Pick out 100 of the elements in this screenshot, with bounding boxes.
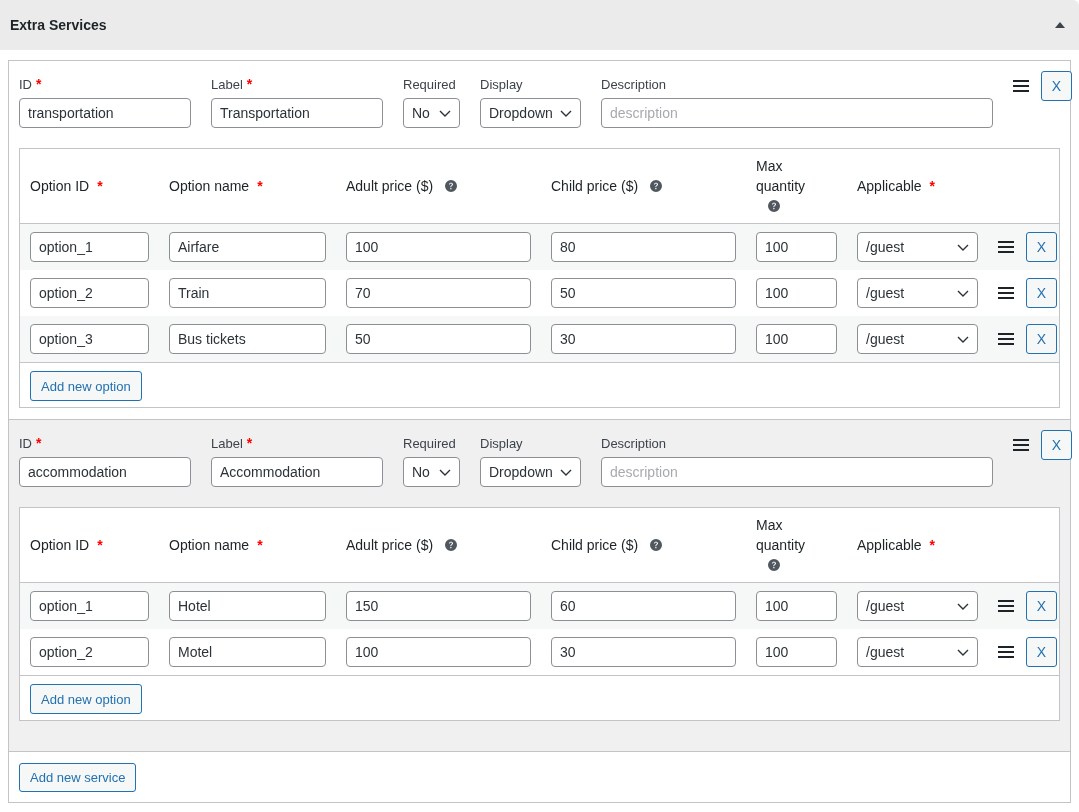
field-label: Description xyxy=(601,77,667,92)
chevron-down-icon xyxy=(957,289,969,297)
required-asterisk: * xyxy=(246,76,253,92)
dropdown[interactable]: /guest xyxy=(857,324,978,354)
chevron-down-icon xyxy=(560,109,572,117)
field-label: Description xyxy=(601,436,667,451)
remove-button[interactable]: X xyxy=(1041,71,1072,101)
text-input[interactable]: 100 xyxy=(756,637,837,667)
column-header: Option name xyxy=(169,537,250,553)
text-input[interactable]: Accommodation xyxy=(211,457,383,487)
field-label: Required xyxy=(403,436,456,451)
dropdown[interactable]: /guest xyxy=(857,637,978,667)
text-input[interactable]: Train xyxy=(169,278,326,308)
text-input[interactable]: transportation xyxy=(19,98,191,128)
text-input[interactable]: 30 xyxy=(551,324,736,354)
menu-icon[interactable] xyxy=(998,600,1014,612)
text-input[interactable]: 50 xyxy=(551,278,736,308)
text-input[interactable]: 100 xyxy=(756,591,837,621)
panel-title: Extra Services xyxy=(10,16,107,35)
dropdown[interactable]: /guest xyxy=(857,232,978,262)
text-input[interactable]: description xyxy=(601,457,993,487)
required-asterisk: * xyxy=(929,537,936,553)
text-input[interactable]: 30 xyxy=(551,637,736,667)
text-input[interactable]: 100 xyxy=(756,324,837,354)
text-input[interactable]: Hotel xyxy=(169,591,326,621)
text-input[interactable]: 100 xyxy=(756,278,837,308)
text-input[interactable]: 100 xyxy=(346,637,531,667)
column-header: Adult price ($) xyxy=(346,178,434,194)
text-input[interactable]: 100 xyxy=(346,232,531,262)
text-input[interactable]: option_2 xyxy=(30,278,149,308)
remove-button[interactable]: X xyxy=(1026,637,1057,667)
required-asterisk: * xyxy=(97,178,103,194)
text-input[interactable]: option_1 xyxy=(30,591,149,621)
column-header: Option ID xyxy=(30,537,90,553)
field-label: Required xyxy=(403,77,456,92)
chevron-down-icon xyxy=(560,468,572,476)
chevron-down-icon xyxy=(439,109,451,117)
chevron-down-icon xyxy=(957,335,969,343)
chevron-down-icon xyxy=(439,468,451,476)
text-input[interactable]: 80 xyxy=(551,232,736,262)
text-input[interactable]: 150 xyxy=(346,591,531,621)
text-input[interactable]: 50 xyxy=(346,324,531,354)
text-input[interactable]: Airfare xyxy=(169,232,326,262)
column-header: Option ID xyxy=(30,178,90,194)
remove-button[interactable]: X xyxy=(1026,591,1057,621)
text-input[interactable]: Motel xyxy=(169,637,326,667)
add-service-button[interactable]: Add new service xyxy=(19,763,137,792)
required-asterisk: * xyxy=(929,178,936,194)
field-label: Label xyxy=(211,77,243,92)
column-header: Option name xyxy=(169,178,250,194)
field-label: ID xyxy=(19,77,32,92)
field-label: ID xyxy=(19,436,32,451)
dropdown[interactable]: No xyxy=(403,457,460,487)
required-asterisk: * xyxy=(246,435,253,451)
remove-button[interactable]: X xyxy=(1026,278,1057,308)
caret-up-icon[interactable] xyxy=(1055,22,1065,28)
dropdown[interactable]: Dropdown xyxy=(480,98,581,128)
text-input[interactable]: option_3 xyxy=(30,324,149,354)
text-input[interactable]: 70 xyxy=(346,278,531,308)
remove-button[interactable]: X xyxy=(1041,430,1072,460)
menu-icon[interactable] xyxy=(998,646,1014,658)
dropdown[interactable]: No xyxy=(403,98,460,128)
chevron-down-icon xyxy=(957,243,969,251)
dropdown[interactable]: Dropdown xyxy=(480,457,581,487)
field-label: Label xyxy=(211,436,243,451)
field-label: Display xyxy=(480,77,523,92)
text-input[interactable]: Transportation xyxy=(211,98,383,128)
text-input[interactable]: Bus tickets xyxy=(169,324,326,354)
menu-icon[interactable] xyxy=(1013,439,1029,451)
add-option-button[interactable]: Add new option xyxy=(30,684,142,714)
column-header: Adult price ($) xyxy=(346,537,434,553)
chevron-down-icon xyxy=(957,602,969,610)
chevron-down-icon xyxy=(957,648,969,656)
text-input[interactable]: description xyxy=(601,98,993,128)
required-asterisk: * xyxy=(36,435,42,451)
add-option-button[interactable]: Add new option xyxy=(30,371,142,401)
menu-icon[interactable] xyxy=(998,287,1014,299)
required-asterisk: * xyxy=(36,76,42,92)
menu-icon[interactable] xyxy=(998,333,1014,345)
remove-button[interactable]: X xyxy=(1026,232,1057,262)
text-input[interactable]: accommodation xyxy=(19,457,191,487)
remove-button[interactable]: X xyxy=(1026,324,1057,354)
column-header: Applicable xyxy=(857,178,922,194)
dropdown[interactable]: /guest xyxy=(857,278,978,308)
text-input[interactable]: option_1 xyxy=(30,232,149,262)
dropdown[interactable]: /guest xyxy=(857,591,978,621)
menu-icon[interactable] xyxy=(1013,80,1029,92)
menu-icon[interactable] xyxy=(998,241,1014,253)
text-input[interactable]: 60 xyxy=(551,591,736,621)
field-label: Display xyxy=(480,436,523,451)
column-header: Applicable xyxy=(857,537,922,553)
column-header: Child price ($) xyxy=(551,178,639,194)
column-header: Child price ($) xyxy=(551,537,639,553)
text-input[interactable]: option_2 xyxy=(30,637,149,667)
column-header: Max quantity xyxy=(756,158,806,194)
required-asterisk: * xyxy=(257,178,263,194)
column-header: Max quantity xyxy=(756,517,806,553)
required-asterisk: * xyxy=(97,537,103,553)
required-asterisk: * xyxy=(257,537,263,553)
text-input[interactable]: 100 xyxy=(756,232,837,262)
